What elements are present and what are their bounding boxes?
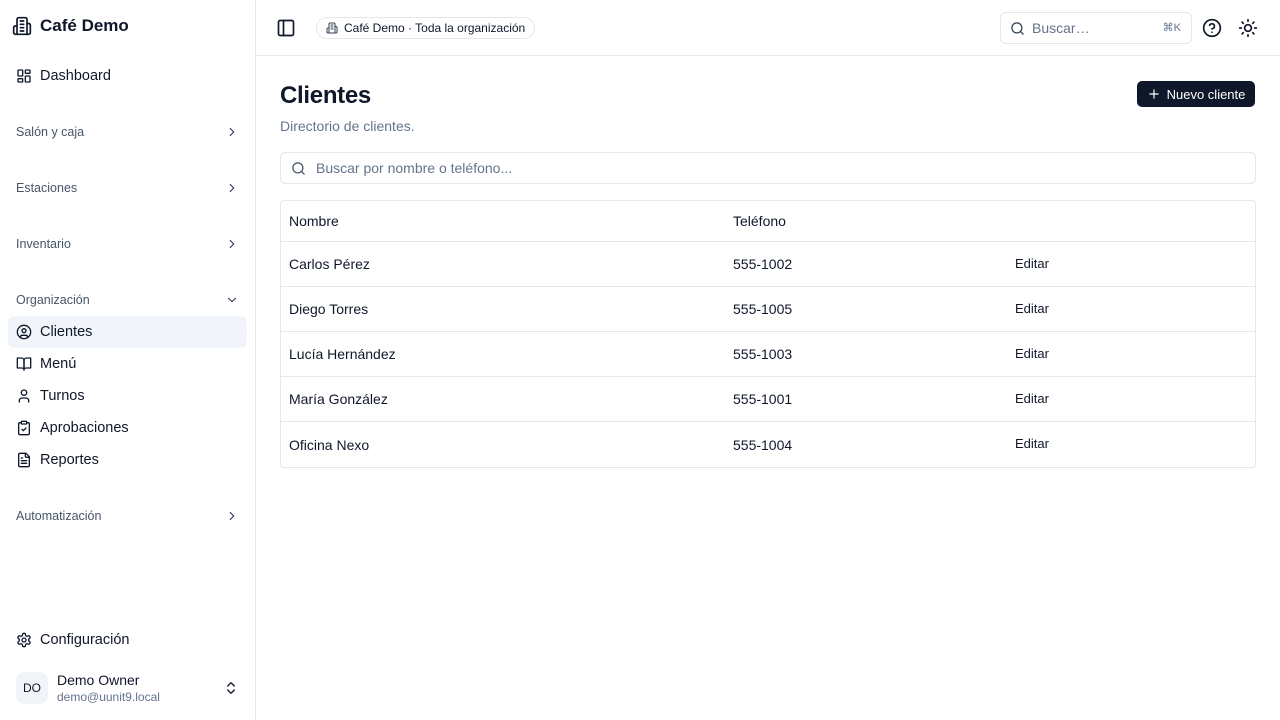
column-header-name: Nombre bbox=[289, 213, 339, 229]
client-phone: 555-1003 bbox=[733, 346, 793, 362]
search-shortcut: ⌘K bbox=[1162, 22, 1181, 34]
table-row: Lucía Hernández 555-1003 Editar bbox=[281, 332, 1255, 377]
sidebar-item-label: Menú bbox=[40, 356, 77, 372]
client-name: María González bbox=[289, 391, 388, 407]
edit-button[interactable]: Editar bbox=[1008, 387, 1056, 410]
row-actions: Editar bbox=[1008, 242, 1056, 286]
clipboard-check-icon bbox=[16, 420, 32, 436]
clients-table: Nombre Teléfono Carlos Pérez 555-1002 Ed… bbox=[280, 200, 1256, 468]
client-phone: 555-1001 bbox=[733, 391, 793, 407]
row-actions: Editar bbox=[1008, 377, 1056, 421]
sidebar-group-label: Estaciones bbox=[16, 181, 78, 195]
new-client-button[interactable]: Nuevo cliente bbox=[1137, 81, 1255, 107]
sidebar-item-menu[interactable]: Menú bbox=[8, 348, 247, 380]
row-actions: Editar bbox=[1008, 422, 1056, 467]
building-icon bbox=[12, 16, 32, 36]
building-icon bbox=[326, 22, 338, 34]
chevron-right-icon bbox=[225, 509, 239, 523]
row-actions: Editar bbox=[1008, 332, 1056, 376]
sidebar-item-label: Aprobaciones bbox=[40, 420, 129, 436]
layout-grid-icon bbox=[16, 68, 32, 84]
sun-icon[interactable] bbox=[1238, 18, 1258, 38]
client-filter-input[interactable] bbox=[316, 160, 1216, 176]
global-search-input[interactable] bbox=[1032, 20, 1152, 36]
sidebar-item-dashboard[interactable]: Dashboard bbox=[8, 60, 247, 92]
sidebar-item-configuracion[interactable]: Configuración bbox=[8, 624, 247, 656]
global-search[interactable]: ⌘K bbox=[1000, 12, 1192, 44]
edit-button[interactable]: Editar bbox=[1008, 432, 1056, 455]
user-info: Demo Owner demo@uunit9.local bbox=[57, 672, 160, 704]
sidebar-item-clientes[interactable]: Clientes bbox=[8, 316, 247, 348]
column-header-phone: Teléfono bbox=[733, 213, 786, 229]
sidebar-item-label: Reportes bbox=[40, 452, 99, 468]
sidebar-group-estaciones[interactable]: Estaciones bbox=[8, 174, 247, 202]
table-header: Nombre Teléfono bbox=[281, 201, 1255, 242]
table-row: Carlos Pérez 555-1002 Editar bbox=[281, 242, 1255, 287]
sidebar-item-aprobaciones[interactable]: Aprobaciones bbox=[8, 412, 247, 444]
table-row: Oficina Nexo 555-1004 Editar bbox=[281, 422, 1255, 467]
user-menu[interactable]: DO Demo Owner demo@uunit9.local bbox=[8, 664, 247, 712]
page-subtitle: Directorio de clientes. bbox=[280, 118, 415, 134]
brand-title: Café Demo bbox=[40, 16, 129, 35]
edit-button[interactable]: Editar bbox=[1008, 297, 1056, 320]
sidebar-group-salon[interactable]: Salón y caja bbox=[8, 118, 247, 146]
sidebar-group-label: Organización bbox=[16, 293, 90, 307]
client-filter[interactable] bbox=[280, 152, 1256, 184]
client-name: Lucía Hernández bbox=[289, 346, 396, 362]
sidebar-item-label: Clientes bbox=[40, 324, 93, 340]
sidebar-group-label: Automatización bbox=[16, 509, 102, 523]
sidebar-group-label: Salón y caja bbox=[16, 125, 85, 139]
sidebar-item-label: Dashboard bbox=[40, 68, 111, 84]
table-row: María González 555-1001 Editar bbox=[281, 377, 1255, 422]
sidebar-item-label: Configuración bbox=[40, 632, 130, 648]
chevrons-up-down-icon bbox=[223, 680, 239, 696]
sidebar: Café Demo Dashboard Salón y caja Estacio… bbox=[0, 0, 256, 720]
panel-left-icon[interactable] bbox=[276, 18, 296, 38]
user-circle-icon bbox=[16, 324, 32, 340]
chevron-down-icon bbox=[225, 293, 239, 307]
sidebar-group-inventario[interactable]: Inventario bbox=[8, 230, 247, 258]
row-actions: Editar bbox=[1008, 287, 1056, 331]
user-icon bbox=[16, 388, 32, 404]
sidebar-item-label: Turnos bbox=[40, 388, 85, 404]
sidebar-group-automatizacion[interactable]: Automatización bbox=[8, 502, 247, 530]
client-name: Diego Torres bbox=[289, 301, 369, 317]
help-circle-icon[interactable] bbox=[1202, 18, 1222, 38]
search-icon bbox=[1010, 21, 1025, 36]
plus-icon bbox=[1147, 87, 1161, 101]
book-open-icon bbox=[16, 356, 32, 372]
edit-button[interactable]: Editar bbox=[1008, 252, 1056, 275]
avatar: DO bbox=[16, 672, 48, 704]
table-row: Diego Torres 555-1005 Editar bbox=[281, 287, 1255, 332]
file-text-icon bbox=[16, 452, 32, 468]
topbar: Café Demo · Toda la organización ⌘K bbox=[256, 0, 1280, 56]
sidebar-item-reportes[interactable]: Reportes bbox=[8, 444, 247, 476]
chevron-right-icon bbox=[225, 181, 239, 195]
user-email: demo@uunit9.local bbox=[57, 690, 160, 704]
org-scope-selector[interactable]: Café Demo · Toda la organización bbox=[316, 17, 536, 39]
gear-icon bbox=[16, 632, 32, 648]
client-name: Oficina Nexo bbox=[289, 436, 370, 453]
sidebar-item-turnos[interactable]: Turnos bbox=[8, 380, 247, 412]
search-icon bbox=[291, 161, 306, 176]
page-title: Clientes bbox=[280, 82, 371, 109]
chevron-right-icon bbox=[225, 125, 239, 139]
client-phone: 555-1005 bbox=[733, 301, 793, 317]
brand[interactable]: Café Demo bbox=[12, 14, 129, 38]
client-name: Carlos Pérez bbox=[289, 256, 370, 272]
chevron-right-icon bbox=[225, 237, 239, 251]
edit-button[interactable]: Editar bbox=[1008, 342, 1056, 365]
org-scope-label: Café Demo · Toda la organización bbox=[344, 21, 526, 35]
sidebar-group-organizacion[interactable]: Organización bbox=[8, 286, 247, 314]
sidebar-group-label: Inventario bbox=[16, 237, 71, 251]
user-name: Demo Owner bbox=[57, 672, 140, 688]
client-phone: 555-1004 bbox=[733, 436, 793, 453]
main-content: Clientes Directorio de clientes. Nuevo c… bbox=[256, 56, 1280, 720]
client-phone: 555-1002 bbox=[733, 256, 793, 272]
new-client-label: Nuevo cliente bbox=[1166, 86, 1246, 102]
